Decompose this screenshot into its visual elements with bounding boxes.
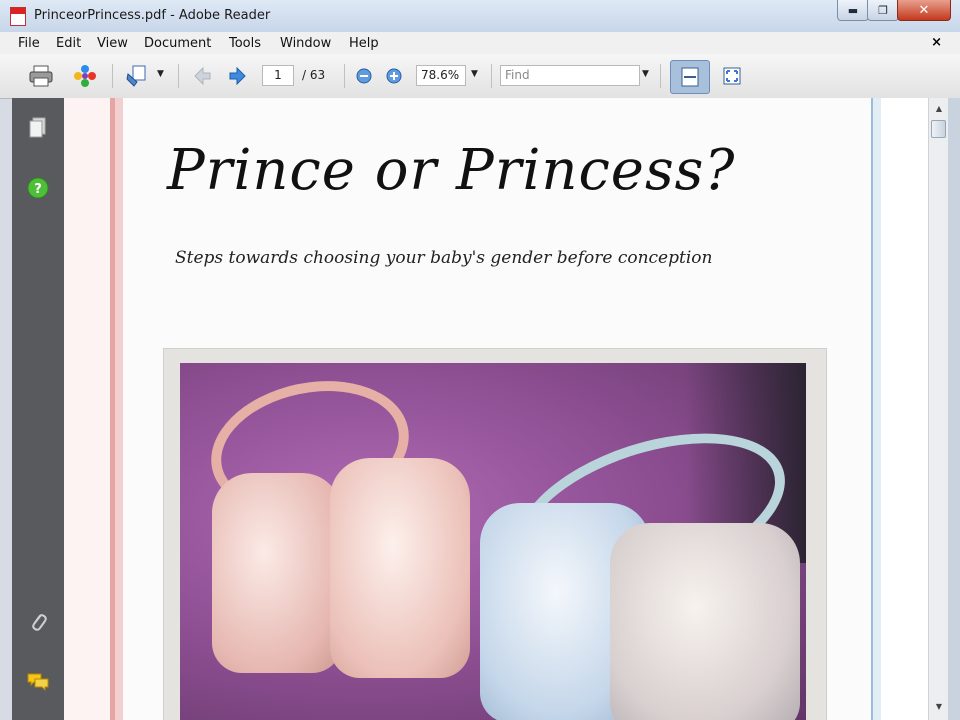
- toolbar-separator: [178, 64, 179, 88]
- chevron-up-icon: ▲: [935, 103, 943, 113]
- help-icon: ?: [27, 177, 49, 199]
- comments-icon: [27, 673, 49, 692]
- page-right-border: [871, 98, 881, 720]
- close-button[interactable]: ✕: [897, 0, 951, 21]
- blue-shoe-right: [610, 523, 800, 720]
- menu-bar: File Edit View Document Tools Window Hel…: [0, 32, 960, 55]
- toolbar: ▼ 1 / 63 78.6% ▼ Find ▼: [0, 54, 960, 99]
- zoom-level-input[interactable]: 78.6%: [416, 65, 466, 86]
- svg-text:?: ?: [34, 182, 42, 197]
- pages-panel-button[interactable]: [26, 116, 50, 140]
- menu-file[interactable]: File: [18, 36, 40, 51]
- scrollbar-thumb[interactable]: [931, 120, 946, 138]
- scroll-down-button[interactable]: ▼: [931, 698, 947, 714]
- full-screen-button[interactable]: [718, 62, 746, 90]
- pdf-file-icon: [10, 7, 26, 26]
- colorful-star-icon: [74, 65, 96, 87]
- find-input[interactable]: Find: [500, 65, 640, 86]
- pages-icon: [29, 117, 46, 138]
- toolbar-separator: [344, 64, 345, 88]
- pink-shoe-left: [212, 473, 342, 673]
- arrow-right-icon: [229, 66, 246, 86]
- chevron-down-icon: ▼: [935, 701, 943, 711]
- scroll-up-button[interactable]: ▲: [931, 100, 947, 116]
- toolbar-separator: [660, 64, 661, 88]
- window-title: PrinceorPrincess.pdf - Adobe Reader: [34, 8, 271, 23]
- paperclip-icon: [32, 614, 47, 631]
- document-title: Prince or Princess?: [167, 138, 736, 203]
- menu-edit[interactable]: Edit: [56, 36, 81, 51]
- fit-page-icon: [681, 67, 699, 87]
- menu-document[interactable]: Document: [144, 36, 211, 51]
- toolbar-separator: [491, 64, 492, 88]
- page-total: / 63: [302, 68, 326, 82]
- zoom-out-button[interactable]: [352, 62, 376, 90]
- document-subtitle: Steps towards choosing your baby's gende…: [175, 248, 713, 268]
- zoom-in-icon: [386, 68, 402, 84]
- fit-width-icon: [723, 67, 741, 85]
- toolbar-separator: [112, 64, 113, 88]
- print-button[interactable]: [26, 62, 56, 90]
- pdf-page: Prince or Princess? Steps towards choosi…: [123, 98, 871, 720]
- baby-shoes-photo: [180, 363, 806, 720]
- close-document-button[interactable]: ×: [931, 35, 942, 50]
- menu-tools[interactable]: Tools: [229, 36, 261, 51]
- select-tool-dropdown-icon[interactable]: ▼: [157, 69, 164, 79]
- document-view[interactable]: Prince or Princess? Steps towards choosi…: [64, 98, 928, 720]
- maximize-button[interactable]: ❐: [867, 0, 899, 21]
- zoom-out-icon: [356, 68, 372, 84]
- page-number-input[interactable]: 1: [262, 65, 294, 86]
- collaborate-button[interactable]: [70, 62, 100, 90]
- minimize-icon: ▬: [847, 3, 859, 17]
- vertical-scrollbar[interactable]: ▲ ▼: [928, 98, 949, 720]
- zoom-in-button[interactable]: [382, 62, 406, 90]
- maximize-icon: ❐: [878, 3, 888, 17]
- menu-window[interactable]: Window: [280, 36, 331, 51]
- fit-page-button[interactable]: [670, 60, 710, 94]
- photo-frame: [163, 348, 827, 720]
- attachments-panel-button[interactable]: [26, 610, 50, 634]
- menu-view[interactable]: View: [97, 36, 128, 51]
- window-right-border: [948, 98, 960, 720]
- hand-select-icon: [126, 65, 146, 87]
- comments-panel-button[interactable]: [26, 670, 50, 694]
- minimize-button[interactable]: ▬: [837, 0, 869, 21]
- arrow-left-icon: [194, 66, 211, 86]
- navigation-panel: ?: [12, 98, 64, 720]
- help-panel-button[interactable]: ?: [26, 176, 50, 200]
- previous-page-button[interactable]: [188, 62, 216, 90]
- select-tool-button[interactable]: [122, 62, 152, 90]
- page-edge-stripe: [115, 98, 123, 720]
- zoom-dropdown-icon[interactable]: ▼: [471, 69, 478, 79]
- pink-shoe-right: [330, 458, 470, 678]
- find-dropdown-icon[interactable]: ▼: [642, 69, 649, 79]
- menu-help[interactable]: Help: [349, 36, 379, 51]
- page-left-border: [64, 98, 123, 720]
- printer-icon: [29, 65, 53, 87]
- close-icon: ✕: [918, 2, 930, 18]
- title-bar: PrinceorPrincess.pdf - Adobe Reader ▬ ❐ …: [0, 0, 960, 32]
- next-page-button[interactable]: [224, 62, 252, 90]
